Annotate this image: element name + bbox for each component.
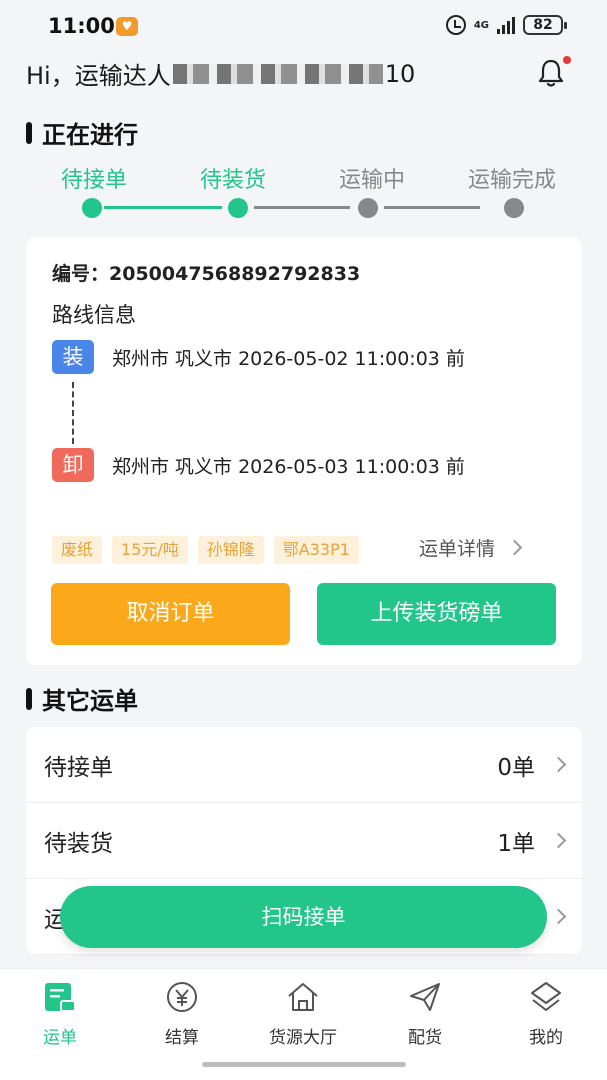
tab-settlement[interactable]: 结算 [127, 981, 237, 1048]
step-label-3: 运输中 [338, 168, 406, 193]
upload-weight-slip-button[interactable]: 上传装货磅单 [317, 583, 556, 645]
status-bar: 11:00 ♥ 4G 82 [0, 0, 607, 52]
route-info-title: 路线信息 [52, 303, 136, 327]
tab-label: 我的 [529, 1028, 563, 1048]
order-detail-label: 运单详情 [419, 538, 496, 560]
greeting: Hi，运输达人 10 [26, 56, 415, 91]
yuan-icon [167, 982, 197, 1012]
list-item-pending-load[interactable]: 待装货 1单 [26, 803, 582, 879]
section-title-current-text: 正在进行 [42, 121, 138, 149]
tab-profile[interactable]: 我的 [491, 981, 601, 1048]
list-item-count: 0单 [497, 754, 535, 781]
step-dot-2 [228, 198, 248, 218]
step-connector-3 [384, 206, 480, 209]
tab-dispatch[interactable]: 配货 [370, 981, 480, 1048]
step-label-4: 运输完成 [467, 168, 557, 193]
home-indicator[interactable] [202, 1062, 406, 1067]
home-icon [288, 983, 318, 1011]
send-icon [410, 983, 440, 1011]
list-item-count: 1单 [497, 830, 535, 857]
unload-tag: 卸 [52, 448, 94, 482]
cancel-order-button[interactable]: 取消订单 [51, 583, 290, 645]
step-dot-4 [504, 198, 524, 218]
chevron-right-icon [550, 832, 567, 849]
order-tags: 废纸 15元/吨 孙锦隆 鄂A33P1 [52, 536, 402, 564]
status-time: 11:00 [48, 14, 115, 38]
list-item-label: 待装货 [44, 830, 113, 857]
tag-driver: 孙锦隆 [197, 536, 264, 564]
notification-dot [563, 56, 571, 64]
network-type: 4G [473, 19, 489, 31]
tag-cargo: 废纸 [52, 536, 103, 564]
step-dot-3 [358, 198, 378, 218]
battery-level: 82 [533, 17, 553, 33]
chevron-right-icon [506, 539, 523, 556]
section-title-other-text: 其它运单 [42, 687, 138, 715]
step-label-1: 待接单 [60, 168, 128, 193]
route-dashed-line [72, 382, 74, 444]
list-item-pending-accept[interactable]: 待接单 0单 [26, 727, 582, 803]
load-location-time: 郑州市 巩义市 2026-05-02 11:00:03 前 [112, 347, 465, 370]
alarm-icon [445, 15, 466, 35]
step-connector-1 [104, 206, 222, 209]
signal-icon [497, 16, 515, 34]
tab-label: 运单 [43, 1028, 77, 1048]
route-load: 装 郑州市 巩义市 2026-05-02 11:00:03 前 [52, 340, 465, 374]
unload-location-time: 郑州市 巩义市 2026-05-03 11:00:03 前 [112, 455, 465, 478]
section-title-other: 其它运单 [26, 681, 138, 716]
current-order-card: 编号：2050047568892792833 路线信息 装 郑州市 巩义市 20… [26, 237, 582, 665]
greeting-suffix: 10 [384, 59, 416, 88]
tab-label: 配货 [408, 1028, 442, 1048]
route-unload: 卸 郑州市 巩义市 2026-05-03 11:00:03 前 [52, 448, 465, 482]
tab-label: 货源大厅 [269, 1028, 337, 1048]
step-dot-1 [82, 198, 102, 218]
order-number: 编号：2050047568892792833 [52, 263, 361, 285]
chevron-right-icon [550, 756, 567, 773]
scan-accept-order-button[interactable]: 扫码接单 [60, 886, 547, 948]
load-tag: 装 [52, 340, 94, 374]
masked-username [172, 63, 383, 84]
order-progress-stepper: 待接单 待装货 运输中 运输完成 [0, 158, 607, 228]
tag-price: 15元/吨 [112, 536, 188, 564]
waybill-icon [45, 983, 76, 1012]
tab-cargo-hall[interactable]: 货源大厅 [248, 981, 358, 1048]
bell-icon[interactable] [536, 58, 566, 88]
notification-app-icon: ♥ [116, 17, 138, 36]
section-title-current: 正在进行 [26, 115, 138, 150]
greeting-prefix: Hi，运输达人 [26, 62, 171, 90]
chevron-right-icon [550, 908, 567, 925]
tab-waybill[interactable]: 运单 [5, 981, 115, 1048]
status-icons: 4G 82 [445, 15, 567, 35]
step-connector-2 [254, 206, 350, 209]
tab-label: 结算 [165, 1028, 199, 1048]
list-item-label: 待接单 [44, 754, 113, 781]
step-label-2: 待装货 [199, 168, 267, 193]
tag-plate: 鄂A33P1 [273, 536, 359, 564]
battery-icon: 82 [523, 15, 567, 35]
profile-icon [531, 982, 561, 1011]
order-detail-link[interactable]: 运单详情 [419, 534, 523, 561]
